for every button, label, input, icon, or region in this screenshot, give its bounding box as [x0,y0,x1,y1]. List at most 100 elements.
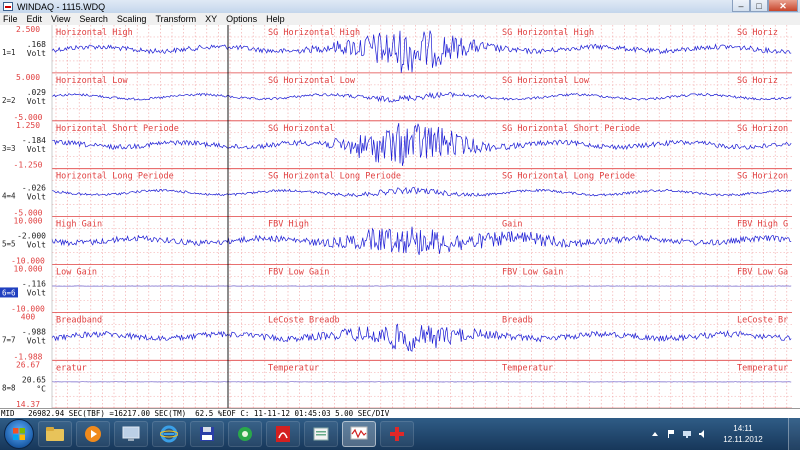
system-tray [650,418,714,450]
channel-id: 7=7 [2,335,16,344]
channel-annotation-label: FBV Low Gain [502,268,563,278]
channel-scale-top: 26.67 [16,360,40,369]
windaq-app-icon[interactable] [3,2,13,11]
close-button[interactable]: ✕ [768,0,798,12]
channel-annotation-label: LeCoste Breadb [268,315,340,325]
channel-unit: Volt [27,336,46,345]
show-hidden-icons-icon[interactable] [650,429,660,439]
channel-id: 3=3 [2,144,16,153]
channel-annotation-label: FBV Low Gain [268,268,329,278]
channel-current-value: 20.65 [22,375,46,384]
channel-annotation-label: High Gain [56,220,102,230]
menu-view[interactable]: View [51,14,70,24]
status-bar: MID 26982.94 SEC(TBF) =16217.00 SEC(TM) … [0,408,800,418]
start-button[interactable] [4,419,34,449]
taskbar-windaq[interactable] [342,421,376,447]
window-title: WINDAQ - 1115.WDQ [17,1,106,12]
windaq-window: WINDAQ - 1115.WDQ – □ ✕ File Edit View S… [0,0,800,450]
taskbar: 14:11 12.11.2012 [0,418,800,450]
channel-unit: Volt [27,97,46,106]
menu-scaling[interactable]: Scaling [117,14,147,24]
menu-transform[interactable]: Transform [155,14,196,24]
channel-id: 5=5 [2,240,16,249]
channel-annotation-label: FBV Low Ga [737,268,788,278]
menu-help[interactable]: Help [266,14,285,24]
channel-annotation-label: SG Horizontal High [268,28,360,38]
channel-annotation-label: Breadband [56,315,102,325]
documents-icon [313,427,329,441]
system-clock[interactable]: 14:11 12.11.2012 [720,423,766,445]
channel-annotation-label: eratur [56,363,87,373]
taskbar-remote-desktop[interactable] [114,421,148,447]
channel-scale-bottom: 14.37 [16,400,40,408]
action-center-flag-icon[interactable] [666,429,676,439]
taskbar-floppy-save[interactable] [190,421,224,447]
channel-trace[interactable] [51,226,792,256]
channel-unit: Volt [27,145,46,154]
channel-trace[interactable] [51,186,792,198]
channel-annotation-label: Low Gain [56,268,97,278]
taskbar-media-player[interactable] [76,421,110,447]
channel-annotation-label: Horizontal Short Periode [56,124,179,134]
channel-current-value: -.026 [22,184,46,193]
channel-annotation-label: SG Horizontal Long Periode [502,172,635,182]
channel-annotation-label: Gain [502,220,522,230]
channel-id: 1=1 [2,48,16,57]
taskbar-internet-explorer[interactable] [152,421,186,447]
channel-id: 4=4 [2,192,16,201]
maximize-button[interactable]: □ [750,0,768,12]
menu-bar: File Edit View Search Scaling Transform … [0,13,800,25]
menu-options[interactable]: Options [226,14,257,24]
channel-id: 8=8 [2,383,16,392]
menu-file[interactable]: File [3,14,18,24]
channel-scale-top: 10.000 [14,217,43,226]
channel-annotation-label: Temperatur [737,363,788,373]
channel-unit: Volt [27,193,46,202]
channel-scale-top: 400 [21,312,36,321]
channel-scale-top: 1.250 [16,121,40,130]
channel-annotation-label: SG Horizon [737,172,788,182]
folder-icon [46,427,64,441]
volume-icon[interactable] [698,429,708,439]
channel-scale-top: 10.000 [14,265,43,274]
channel-annotation-label: Horizontal High [56,28,133,38]
channel-unit: °C [36,384,46,393]
channel-annotation-label: SG Horiz [737,28,778,38]
waveform-display[interactable]: 2.500 .168 Volt 1=1 Horizontal High SG Horizo… [0,25,800,408]
channel-annotation-label: FBV High [268,220,309,230]
clock-date: 12.11.2012 [723,435,763,444]
taskbar-network-tool[interactable] [228,421,262,447]
channel-scale-bottom: -1.250 [14,161,43,170]
network-icon[interactable] [682,429,692,439]
menu-search[interactable]: Search [79,14,108,24]
show-desktop-button[interactable] [788,418,800,450]
channel-trace[interactable] [51,91,792,103]
channel-annotation-label: SG Horiz [737,76,778,86]
channel-current-value: -2.000 [17,232,46,241]
channel-current-value: .168 [27,40,46,49]
taskbar-acrobat-reader[interactable] [266,421,300,447]
channel-trace[interactable] [51,323,792,352]
channel-current-value: -.184 [22,136,46,145]
taskbar-red-tool[interactable] [380,421,414,447]
window-controls: – □ ✕ [732,0,798,13]
minimize-button[interactable]: – [732,0,750,12]
taskbar-file-manager[interactable] [304,421,338,447]
menu-xy[interactable]: XY [205,14,217,24]
channel-annotation-label: Breadb [502,315,533,325]
channel-annotation-label: LeCoste Br [737,315,788,325]
title-bar[interactable]: WINDAQ - 1115.WDQ – □ ✕ [0,0,800,13]
channel-annotation-label: Temperatur [502,363,553,373]
channel-annotation-label: FBV High G [737,220,788,230]
channel-unit: Volt [27,241,46,250]
channel-scale-top: 2.500 [16,25,40,34]
taskbar-explorer[interactable] [38,421,72,447]
channel-trace[interactable] [51,30,792,73]
channel-id: 6=6 [2,288,16,297]
monitor-icon [122,426,140,441]
channel-annotation-label: SG Horizontal Low [268,76,356,86]
menu-edit[interactable]: Edit [27,14,43,24]
channel-annotation-label: SG Horizontal Low [502,76,590,86]
pdf-icon [276,426,290,442]
channel-annotation-label: SG Horizontal High [502,28,594,38]
